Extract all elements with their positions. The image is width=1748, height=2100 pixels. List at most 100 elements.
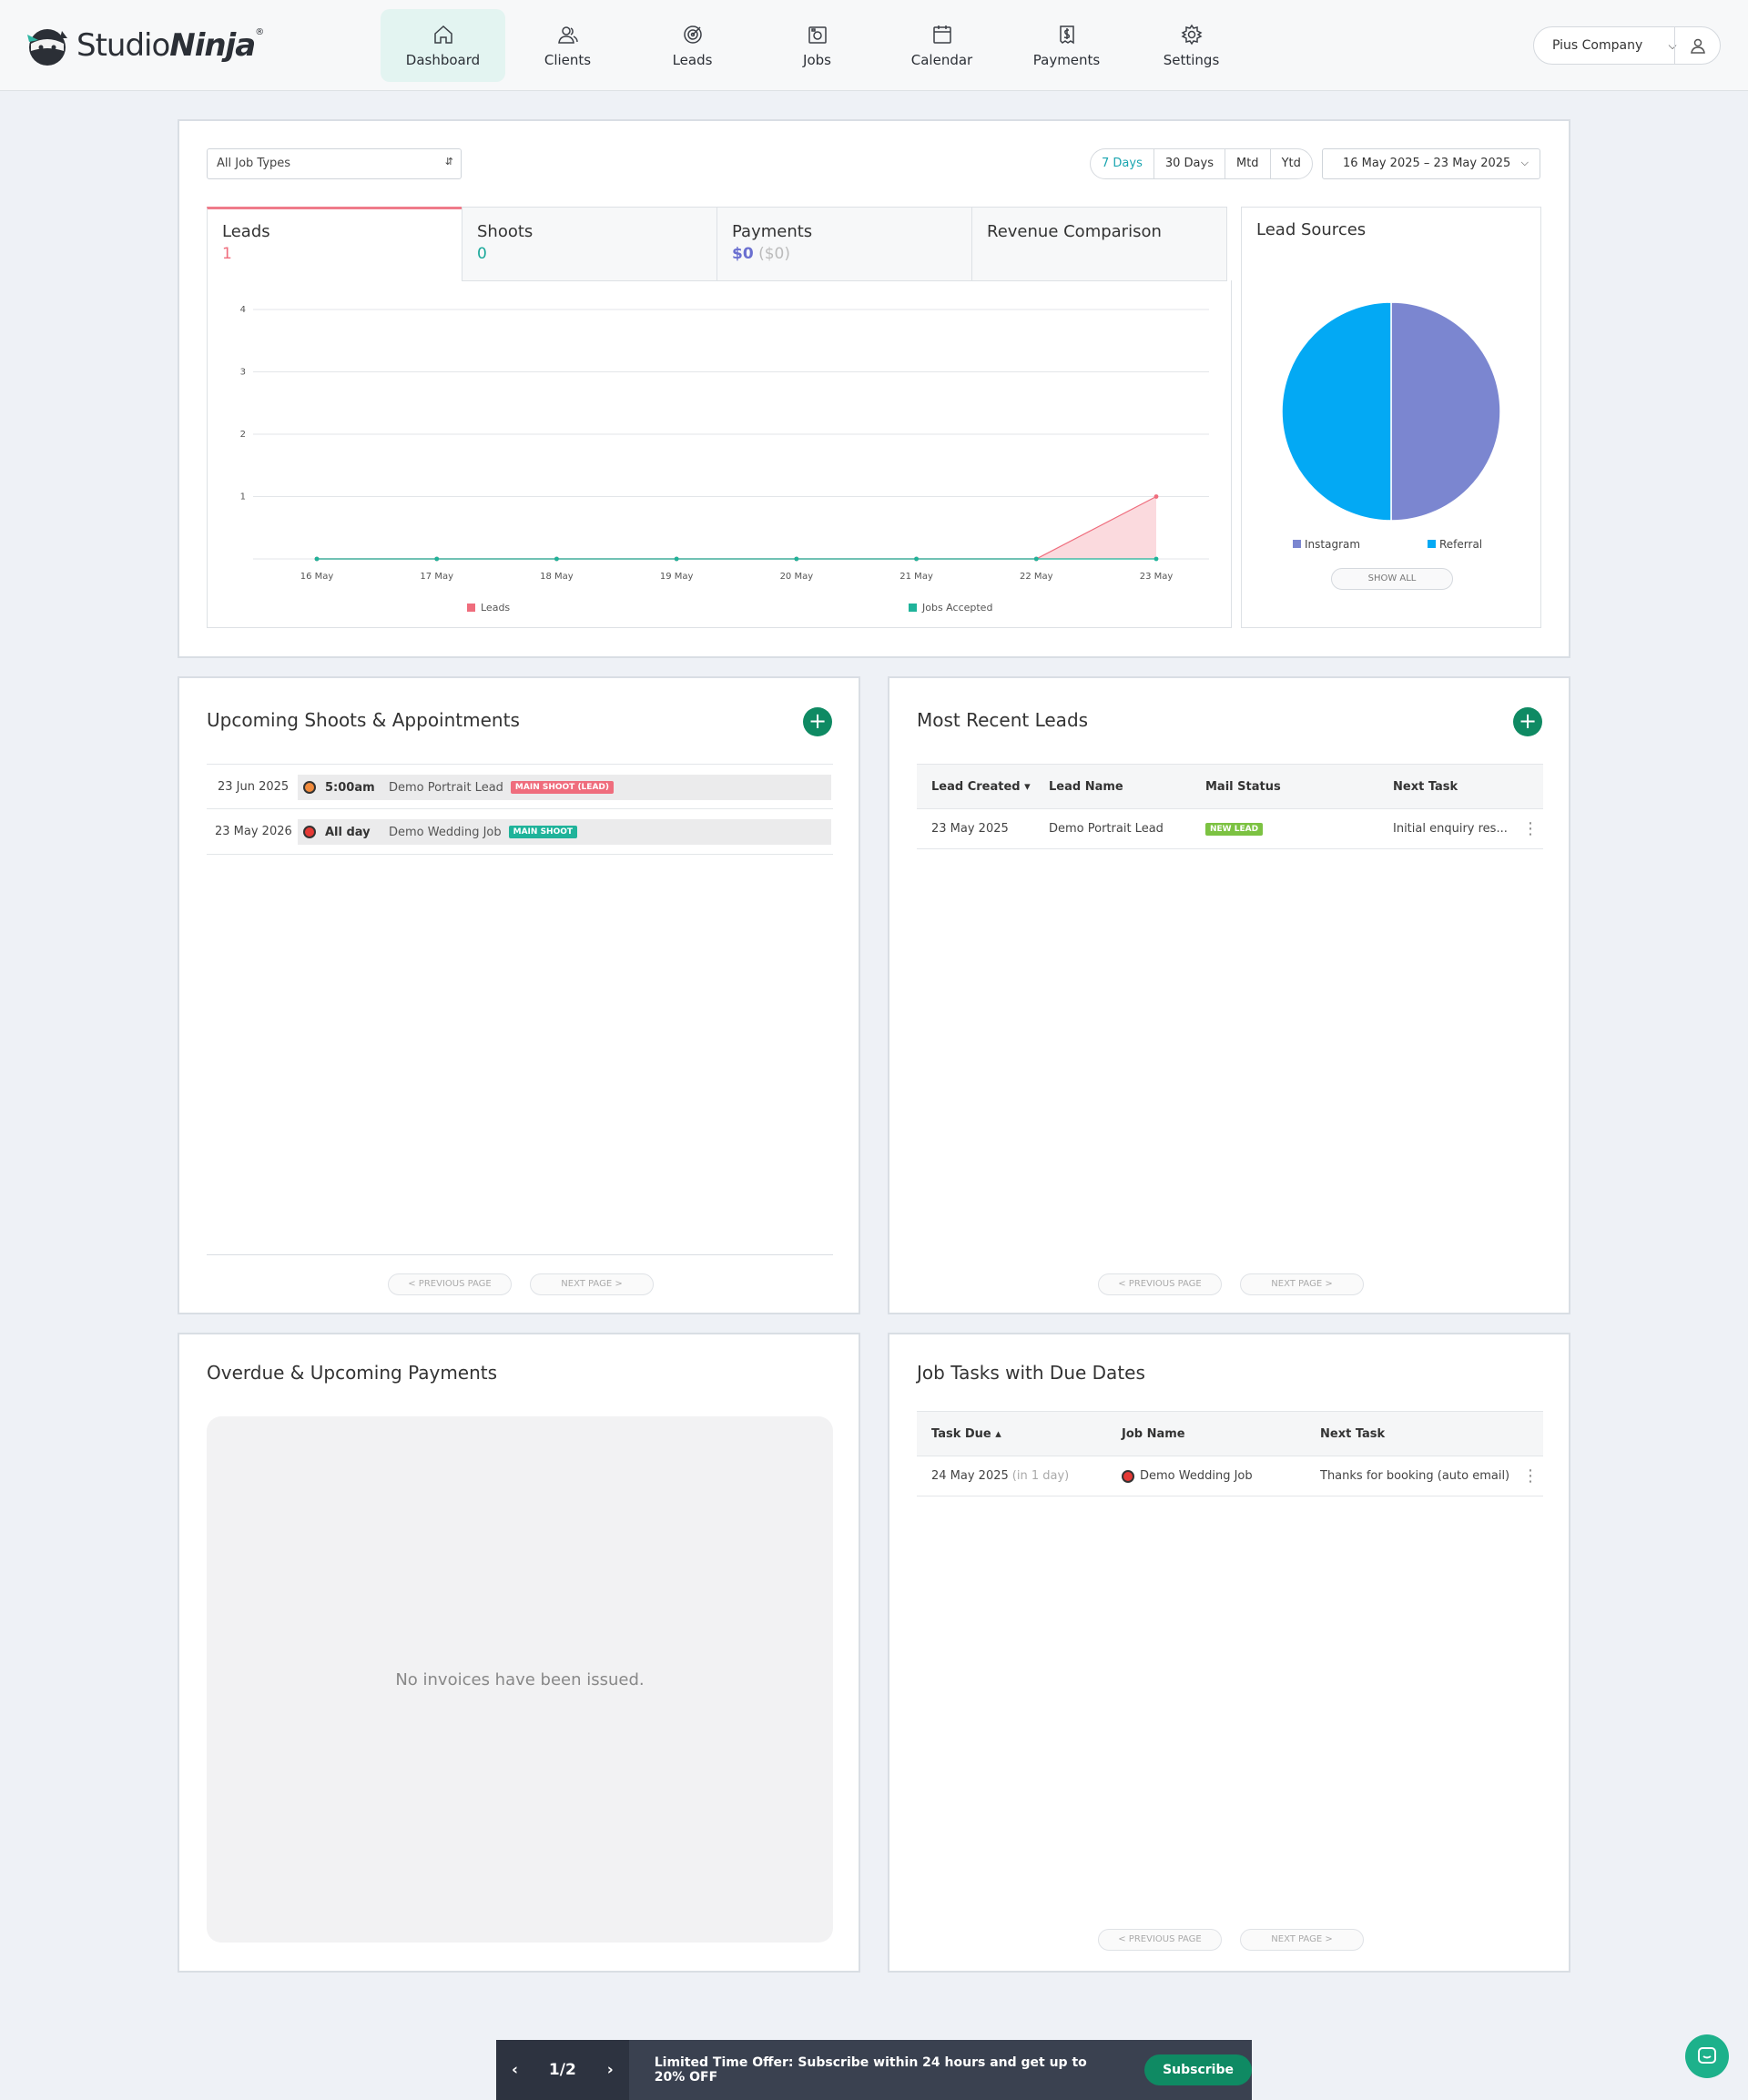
main-nav: Dashboard Clients Leads Jobs Calendar Pa… (381, 9, 1254, 82)
divider (207, 1254, 833, 1255)
x-tick-label: 18 May (540, 572, 574, 582)
shoot-name: Demo Wedding Job (389, 825, 502, 839)
chevron-down-icon: ⌵ (1520, 157, 1529, 168)
x-tick-label: 22 May (1020, 572, 1053, 582)
shoot-time: All day (325, 825, 371, 839)
legend-label: Instagram (1305, 538, 1360, 551)
target-icon (683, 25, 702, 44)
column-next-task: Next Task (1393, 779, 1458, 794)
job-tasks-card: Job Tasks with Due Dates Task Due ▴ Job … (888, 1333, 1570, 1973)
column-task-due[interactable]: Task Due ▴ (931, 1412, 1001, 1456)
data-point (1033, 556, 1039, 562)
show-all-button[interactable]: SHOW ALL (1331, 568, 1453, 590)
date-range-picker[interactable]: 16 May 2025 – 23 May 2025 ⌵ (1322, 148, 1540, 179)
next-page-button[interactable]: NEXT PAGE > (1240, 1273, 1364, 1295)
date-range-value: 16 May 2025 – 23 May 2025 (1343, 157, 1511, 170)
y-tick-label: 4 (240, 305, 246, 315)
tab-revenue-comparison[interactable]: Revenue Comparison (971, 207, 1227, 281)
payments-sub-value: ($0) (758, 245, 790, 263)
lead-name[interactable]: Demo Portrait Lead (1049, 809, 1164, 848)
recent-leads-card: Most Recent Leads + Lead Created ▾ Lead … (888, 676, 1570, 1314)
add-lead-button[interactable]: + (1513, 707, 1542, 736)
column-lead-name: Lead Name (1049, 779, 1123, 794)
previous-page-button[interactable]: < PREVIOUS PAGE (1098, 1929, 1222, 1951)
data-point (914, 556, 919, 562)
shoot-name: Demo Portrait Lead (389, 780, 503, 795)
x-tick-label: 23 May (1140, 572, 1174, 582)
lead-created: 23 May 2025 (931, 822, 1009, 836)
stats-card: All Job Types ⇵ 7 Days 30 Days Mtd Ytd 1… (178, 119, 1570, 658)
chat-launcher-button[interactable] (1685, 2034, 1729, 2078)
nav-leads[interactable]: Leads (630, 9, 755, 82)
data-point (674, 556, 679, 562)
status-dot-icon (1122, 1469, 1134, 1483)
tab-payments[interactable]: Payments $0 ($0) (716, 207, 972, 281)
tab-leads[interactable]: Leads 1 (207, 207, 462, 281)
shoot-time: 5:00am (325, 780, 375, 795)
legend-label: Referral (1439, 538, 1482, 551)
studio-ninja-logo[interactable]: StudioNinja® (25, 20, 264, 71)
company-switcher[interactable]: Pius Company ⌵ (1533, 26, 1721, 65)
select-arrows-icon: ⇵ (444, 156, 453, 167)
banner-next-button[interactable]: › (607, 2061, 614, 2079)
nav-clients[interactable]: Clients (505, 9, 630, 82)
tab-label: Payments (732, 222, 813, 241)
shoot-row[interactable]: 23 May 2026 All day Demo Wedding Job MAI… (207, 809, 833, 855)
tab-shoots[interactable]: Shoots 0 (462, 207, 717, 281)
nav-label: Clients (544, 52, 592, 68)
banner-pager: ‹ 1/2 › (496, 2040, 629, 2100)
stat-tabs: Leads 1 Shoots 0 Payments $0 ($0) Revenu… (207, 207, 1232, 281)
next-page-button[interactable]: NEXT PAGE > (1240, 1929, 1364, 1951)
card-title: Overdue & Upcoming Payments (207, 1362, 498, 1384)
range-7-days[interactable]: 7 Days (1091, 149, 1153, 178)
users-icon (557, 26, 578, 44)
nav-payments[interactable]: Payments (1004, 9, 1129, 82)
status-dot-icon (303, 826, 316, 838)
nav-settings[interactable]: Settings (1129, 9, 1254, 82)
row-menu-icon[interactable]: ⋮ (1522, 1456, 1539, 1496)
gear-icon (1181, 24, 1202, 46)
leads-chart: 1 2 3 4 16 May 17 May 18 May 19 May 20 May 21 May… (207, 280, 1232, 628)
banner-prev-button[interactable]: ‹ (512, 2061, 518, 2079)
previous-page-button[interactable]: < PREVIOUS PAGE (388, 1273, 512, 1295)
range-mtd[interactable]: Mtd (1224, 149, 1270, 178)
leads-line-chart: 1 2 3 4 16 May 17 May 18 May 19 May 20 May 21 May… (240, 305, 1209, 614)
nav-dashboard[interactable]: Dashboard (381, 9, 505, 82)
next-task: Thanks for booking (auto email) (1320, 1469, 1510, 1483)
nav-calendar[interactable]: Calendar (879, 9, 1004, 82)
next-page-button[interactable]: NEXT PAGE > (530, 1273, 654, 1295)
shoot-date: 23 Jun 2025 (218, 779, 290, 794)
job-type-select[interactable]: All Job Types ⇵ (207, 148, 462, 179)
shoot-row[interactable]: 23 Jun 2025 5:00am Demo Portrait Lead MA… (207, 764, 833, 809)
lead-sources-title: Lead Sources (1256, 220, 1367, 239)
mail-status-cell: NEW LEAD (1205, 809, 1264, 848)
tab-label: Leads (222, 222, 270, 241)
nav-label: Leads (672, 52, 713, 68)
tab-label: Revenue Comparison (987, 222, 1162, 241)
nav-jobs[interactable]: Jobs (755, 9, 879, 82)
table-row[interactable]: 24 May 2025 (in 1 day) Demo Wedding Job … (917, 1456, 1543, 1496)
pie-slice (1281, 301, 1392, 522)
shoot-bar: 5:00am Demo Portrait Lead MAIN SHOOT (LE… (298, 775, 831, 800)
range-ytd[interactable]: Ytd (1269, 149, 1312, 178)
previous-page-button[interactable]: < PREVIOUS PAGE (1098, 1273, 1222, 1295)
company-name: Pius Company (1552, 38, 1643, 53)
table-row[interactable]: 23 May 2025 Demo Portrait Lead NEW LEAD … (917, 809, 1543, 849)
column-next-task: Next Task (1320, 1426, 1386, 1441)
y-tick-label: 2 (240, 430, 246, 440)
add-shoot-button[interactable]: + (803, 707, 832, 736)
row-menu-icon[interactable]: ⋮ (1522, 809, 1539, 848)
lead-sources-pie-chart: Instagram Referral (1281, 301, 1501, 551)
task-due-date: 24 May 2025 (931, 1469, 1009, 1483)
range-30-days[interactable]: 30 Days (1153, 149, 1225, 178)
y-tick-label: 1 (240, 492, 246, 502)
shoot-date: 23 May 2026 (215, 825, 292, 838)
column-lead-created[interactable]: Lead Created ▾ (931, 765, 1031, 808)
payments-value: $0 (732, 245, 754, 263)
job-name-cell[interactable]: Demo Wedding Job (1122, 1456, 1253, 1496)
user-icon (1690, 38, 1705, 54)
subscribe-button[interactable]: Subscribe (1144, 2054, 1252, 2085)
pagination: < PREVIOUS PAGE NEXT PAGE > (388, 1273, 654, 1295)
user-menu-button[interactable] (1674, 27, 1720, 64)
range-toggle-group: 7 Days 30 Days Mtd Ytd (1090, 148, 1313, 179)
